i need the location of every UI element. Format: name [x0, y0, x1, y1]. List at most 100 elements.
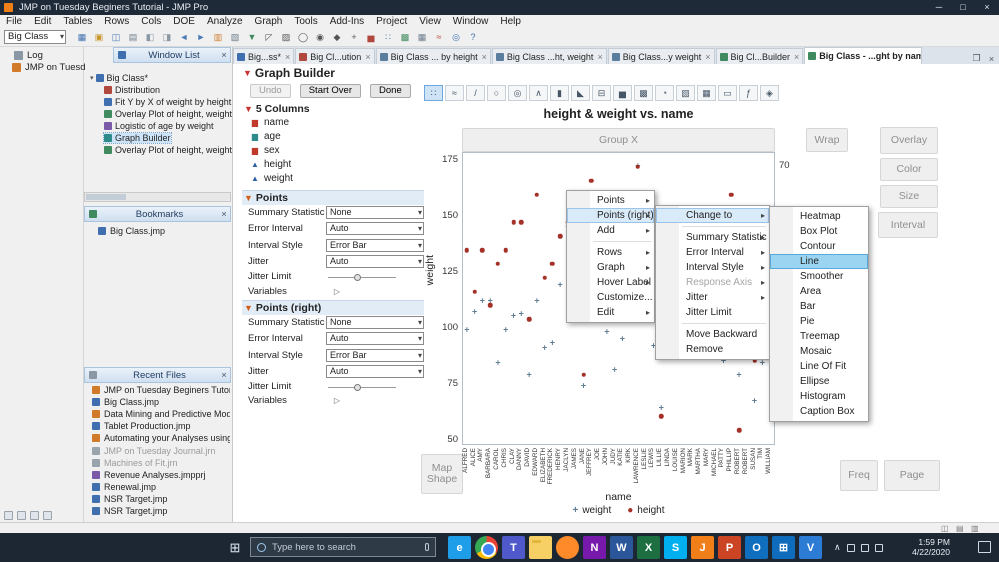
tree-item-fit-y-by-x-of-weight-by-height[interactable]: Fit Y by X of weight by height: [104, 97, 231, 107]
tab-close-icon[interactable]: [365, 52, 370, 62]
data-point-height[interactable]: [736, 427, 742, 433]
page-zone[interactable]: Page: [884, 460, 940, 491]
taskbar-search[interactable]: Type here to search: [250, 537, 436, 557]
lasso-tool-icon[interactable]: ◯: [295, 30, 311, 45]
recent-file-jmp-on-tuesday-journal-jrn[interactable]: JMP on Tuesday Journal.jrn: [92, 446, 230, 456]
tab-close-icon[interactable]: [285, 52, 290, 62]
element-map-shapes[interactable]: ◈: [760, 85, 779, 101]
menu-item-jitter[interactable]: Jitter: [656, 290, 769, 305]
rows-icon[interactable]: ▥: [971, 524, 979, 533]
jitter-limit-slider[interactable]: [328, 274, 396, 281]
tree-item-overlay-plot-of-height-weight-by[interactable]: Overlay Plot of height, weight by: [104, 145, 244, 155]
menu-rows[interactable]: Rows: [98, 15, 135, 28]
taskbar-app-n[interactable]: N: [583, 536, 606, 559]
data-point-height[interactable]: [519, 220, 524, 225]
tab-close-icon[interactable]: [597, 52, 602, 62]
setting-dropdown[interactable]: None: [326, 316, 424, 329]
undo-icon[interactable]: Undo: [250, 84, 291, 98]
data-point-weight[interactable]: +: [736, 370, 741, 379]
save-icon[interactable]: ◫: [108, 30, 124, 45]
taskbar-app-chrome[interactable]: [475, 536, 498, 559]
sidebar-tool-icon[interactable]: [43, 511, 52, 520]
menu-file[interactable]: File: [0, 15, 28, 28]
action-center-icon[interactable]: [978, 541, 991, 553]
setting-dropdown[interactable]: None: [326, 206, 424, 219]
menu-item-error-interval[interactable]: Error Interval: [656, 245, 769, 260]
setting-dropdown[interactable]: Error Bar: [326, 348, 424, 362]
data-point-height[interactable]: [635, 164, 641, 170]
menu-item-graph[interactable]: Graph: [567, 260, 654, 275]
data-point-weight[interactable]: +: [503, 325, 508, 334]
menu-item-summary-statistic[interactable]: Summary Statistic: [656, 230, 769, 245]
doc-close-icon[interactable]: ×: [984, 54, 999, 64]
element-smoother[interactable]: ≈: [445, 85, 464, 101]
change-to-ellipse[interactable]: Ellipse: [770, 374, 868, 389]
orange-triangle-hotspot-icon[interactable]: ▼: [244, 193, 253, 203]
hidden-icons-chevron[interactable]: ∧: [834, 542, 841, 553]
menu-view[interactable]: View: [413, 15, 447, 28]
graph-builder-icon[interactable]: ▩: [397, 30, 413, 45]
data-point-weight[interactable]: +: [472, 307, 477, 316]
data-point-height[interactable]: [495, 261, 501, 267]
microphone-icon[interactable]: [425, 543, 429, 551]
tab-big-class-ght-by-name[interactable]: Big Class - ...ght by name: [804, 47, 923, 64]
element-area[interactable]: ◣: [571, 85, 590, 101]
crosshair-tool-icon[interactable]: +: [346, 30, 362, 45]
new-data-table-icon[interactable]: ▦: [74, 30, 90, 45]
taskbar-app-w[interactable]: W: [610, 536, 633, 559]
element-box-plot[interactable]: ⊟: [592, 85, 611, 101]
element-line-of-fit[interactable]: /: [466, 85, 485, 101]
sidebar-tool-icon[interactable]: [4, 511, 13, 520]
data-point-weight[interactable]: +: [534, 296, 539, 305]
paste-icon[interactable]: ◨: [159, 30, 175, 45]
minimize-icon[interactable]: ─: [927, 0, 951, 15]
color-zone[interactable]: Color: [880, 158, 938, 181]
recent-file-big-class-jmp[interactable]: Big Class.jmp: [92, 397, 230, 407]
menu-add-ins[interactable]: Add-Ins: [324, 15, 370, 28]
change-to-bar[interactable]: Bar: [770, 299, 868, 314]
data-point-height[interactable]: [487, 303, 493, 308]
bookmark-item-big-class-jmp[interactable]: Big Class.jmp: [98, 226, 236, 236]
fit-y-by-x-icon[interactable]: ∷: [380, 30, 396, 45]
data-point-height[interactable]: [557, 233, 563, 239]
layout-icon[interactable]: ▧: [227, 30, 243, 45]
tab-big-class-ht-weight[interactable]: Big Class ...ht, weight: [491, 48, 607, 64]
tree-item-distribution[interactable]: Distribution: [104, 85, 160, 95]
menu-tables[interactable]: Tables: [57, 15, 98, 28]
tab-close-icon[interactable]: [794, 52, 799, 62]
taskbar-app-e[interactable]: e: [448, 536, 471, 559]
data-point-height[interactable]: [534, 192, 540, 197]
profiler-icon[interactable]: ◎: [448, 30, 464, 45]
start-over-icon[interactable]: Start Over: [299, 84, 362, 98]
element-heatmap[interactable]: ▩: [634, 85, 653, 101]
menu-item-interval-style[interactable]: Interval Style: [656, 260, 769, 275]
menu-window[interactable]: Window: [447, 15, 495, 28]
menu-item-edit[interactable]: Edit: [567, 305, 654, 320]
setting-dropdown[interactable]: Auto: [326, 222, 424, 236]
undo-icon[interactable]: ◄: [176, 30, 192, 45]
disclosure-icon[interactable]: ▷: [334, 287, 340, 296]
disclosure-icon[interactable]: ▷: [334, 396, 340, 405]
menu-item-response-axis[interactable]: Response Axis: [656, 275, 769, 290]
table-selector-combo[interactable]: Big Class: [4, 30, 66, 44]
network-icon[interactable]: [874, 543, 883, 552]
change-to-contour[interactable]: Contour: [770, 239, 868, 254]
control-chart-icon[interactable]: ≈: [431, 30, 447, 45]
element-mosaic[interactable]: ▦: [697, 85, 716, 101]
hand-tool-icon[interactable]: ◆: [329, 30, 345, 45]
data-point-height[interactable]: [581, 372, 586, 377]
change-to-heatmap[interactable]: Heatmap: [770, 209, 868, 224]
taskbar-app-v[interactable]: V: [799, 536, 822, 559]
element-points[interactable]: ∷: [424, 85, 443, 101]
data-point-height[interactable]: [542, 275, 547, 280]
taskbar-app-x[interactable]: X: [637, 536, 660, 559]
column-sex[interactable]: ▆ sex: [250, 145, 280, 156]
taskbar-clock[interactable]: 1:59 PM 4/22/2020: [898, 537, 950, 557]
freq-zone[interactable]: Freq: [840, 460, 878, 491]
taskbar-app-[interactable]: ⊞: [772, 536, 795, 559]
tabulate-icon[interactable]: ▦: [414, 30, 430, 45]
grid-icon[interactable]: ▤: [956, 524, 964, 533]
data-point-height[interactable]: [503, 247, 508, 253]
menu-item-points-right[interactable]: Points (right): [567, 208, 654, 223]
data-point-weight[interactable]: +: [480, 296, 485, 305]
